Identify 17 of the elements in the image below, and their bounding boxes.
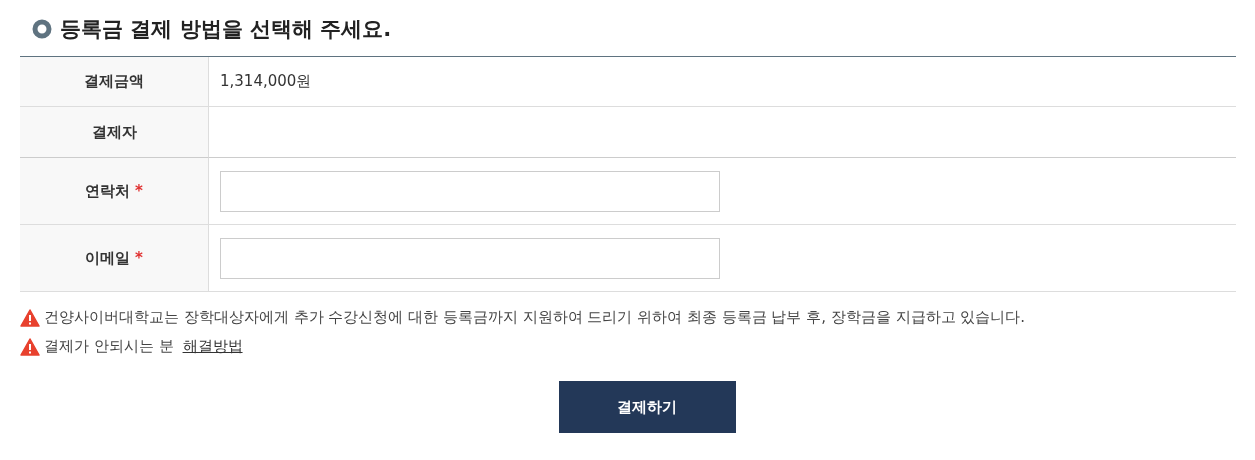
notice-text: 결제가 안되시는 분 (44, 337, 174, 356)
field-label: 결제자 (91, 122, 137, 142)
field-label: 결제금액 (84, 72, 144, 91)
pay-button[interactable]: 결제하기 (558, 381, 736, 433)
input-field[interactable] (220, 237, 720, 279)
required-mark: * (135, 249, 143, 267)
input-field[interactable] (220, 170, 720, 212)
notice-text: 건양사이버대학교는 장학대상자에게 추가 수강신청에 대한 등록금까지 지원하여 드리기 위하여 최종 등록금 납부 후, 장학금을 지급하고 있습니다. (44, 308, 1026, 327)
amount-value: 1,314,000원 (220, 72, 312, 91)
warning-icon (20, 337, 40, 356)
section-title: 등록금 결제 방법을 선택해 주세요. (60, 16, 392, 43)
field-label: 연락처 (85, 181, 131, 201)
field-label: 이메일 (85, 248, 131, 268)
warning-icon (20, 308, 40, 327)
solution-link[interactable]: 해결방법 (182, 337, 243, 356)
required-mark: * (135, 182, 143, 200)
circle-bullet-icon (32, 19, 52, 39)
